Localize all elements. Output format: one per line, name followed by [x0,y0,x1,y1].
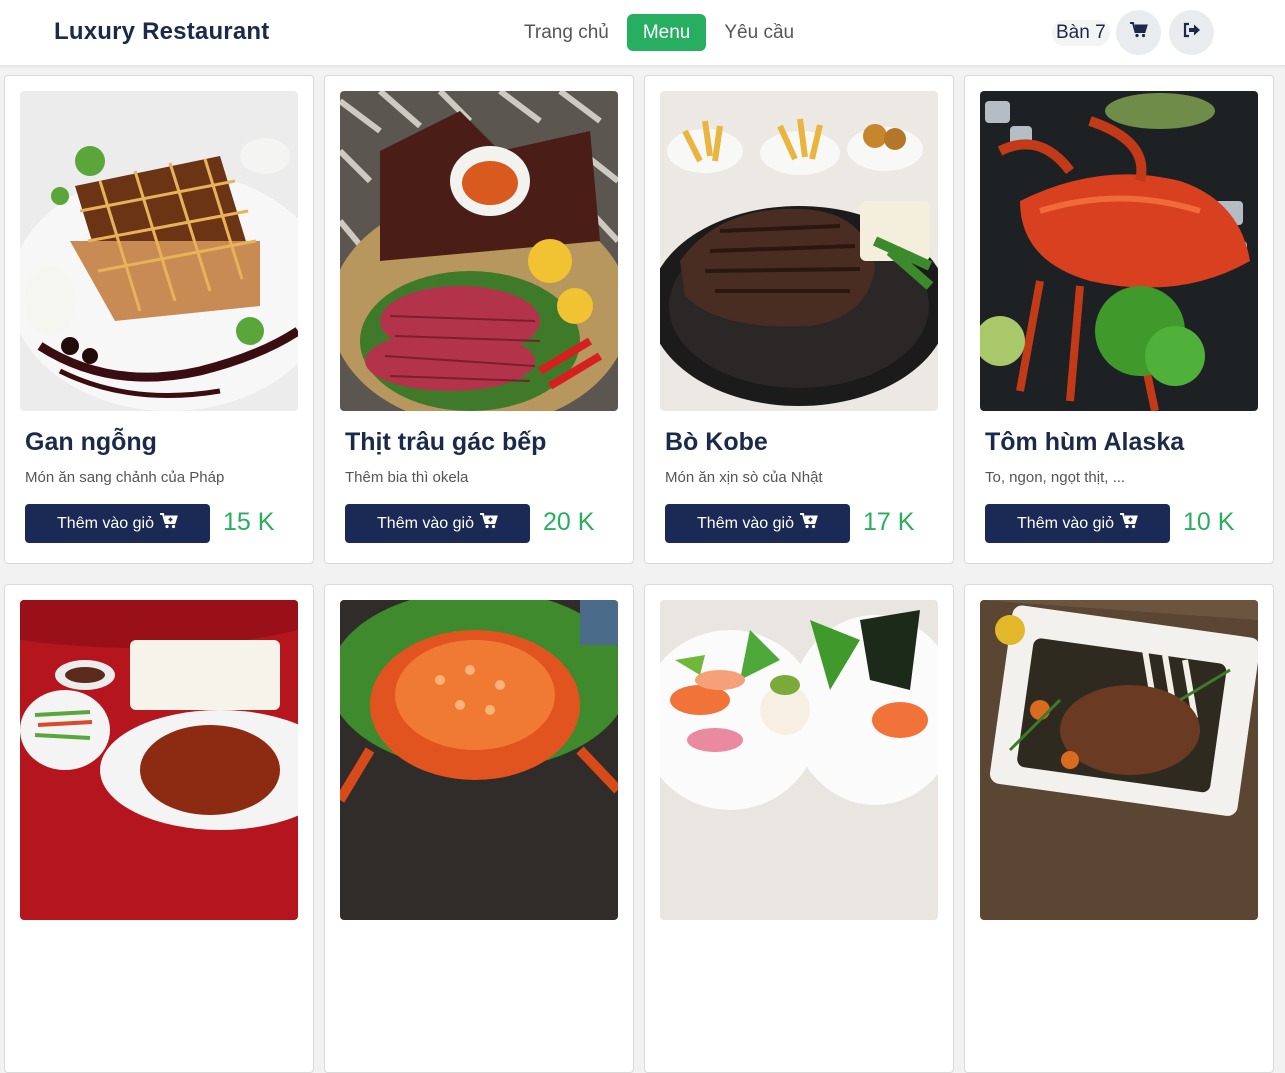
cart-plus-icon [159,513,178,534]
cart-plus-icon [1119,513,1138,534]
menu-card [964,584,1274,1073]
nav-links: Trang chủ Menu Yêu cầu [514,14,804,51]
cart-icon [1129,22,1148,43]
logout-button[interactable] [1169,10,1214,55]
add-to-cart-button[interactable]: Thêm vào giỏ [25,504,210,543]
dish-price: 10 K [1183,508,1235,536]
dish-name: Thịt trâu gác bếp [345,428,547,456]
dish-price: 20 K [543,508,595,536]
top-navbar: Luxury Restaurant Trang chủ Menu Yêu cầu… [0,0,1285,66]
dish-image [980,600,1258,920]
menu-card [324,584,634,1073]
cart-button[interactable] [1116,10,1161,55]
menu-card: Gan ngỗng Món ăn sang chảnh của Pháp Thê… [4,75,314,564]
dish-image [20,600,298,920]
dish-name: Tôm hùm Alaska [985,428,1185,456]
dish-name: Gan ngỗng [25,428,157,456]
cart-plus-icon [479,513,498,534]
add-to-cart-button[interactable]: Thêm vào giỏ [345,504,530,543]
add-to-cart-label: Thêm vào giỏ [1017,514,1114,532]
dish-price: 15 K [223,508,275,536]
dish-name: Bò Kobe [665,428,768,456]
dish-price: 17 K [863,508,915,536]
table-number-label: Bàn 7 [1052,20,1110,46]
add-to-cart-label: Thêm vào giỏ [377,514,474,532]
dish-image [660,600,938,920]
dish-image [340,91,618,411]
cart-plus-icon [799,513,818,534]
nav-link-menu[interactable]: Menu [626,14,707,51]
dish-description: Thêm bia thì okela [345,469,469,486]
menu-card: Thịt trâu gác bếp Thêm bia thì okela Thê… [324,75,634,564]
add-to-cart-label: Thêm vào giỏ [57,514,154,532]
dish-description: Món ăn sang chảnh của Pháp [25,469,225,486]
dish-image [340,600,618,920]
add-to-cart-label: Thêm vào giỏ [697,514,794,532]
nav-link-home[interactable]: Trang chủ [514,14,619,51]
dish-description: Món ăn xịn sò của Nhật [665,469,823,486]
menu-card [4,584,314,1073]
add-to-cart-button[interactable]: Thêm vào giỏ [985,504,1170,543]
nav-link-requests[interactable]: Yêu cầu [714,14,804,51]
sign-out-icon [1183,22,1201,43]
add-to-cart-button[interactable]: Thêm vào giỏ [665,504,850,543]
dish-description: To, ngon, ngọt thịt, ... [985,469,1126,486]
dish-image [20,91,298,411]
dish-image [980,91,1258,411]
menu-card: Bò Kobe Món ăn xịn sò của Nhật Thêm vào … [644,75,954,564]
brand-logo[interactable]: Luxury Restaurant [54,18,269,46]
dish-image [660,91,938,411]
menu-card [644,584,954,1073]
menu-card: Tôm hùm Alaska To, ngon, ngọt thịt, ... … [964,75,1274,564]
